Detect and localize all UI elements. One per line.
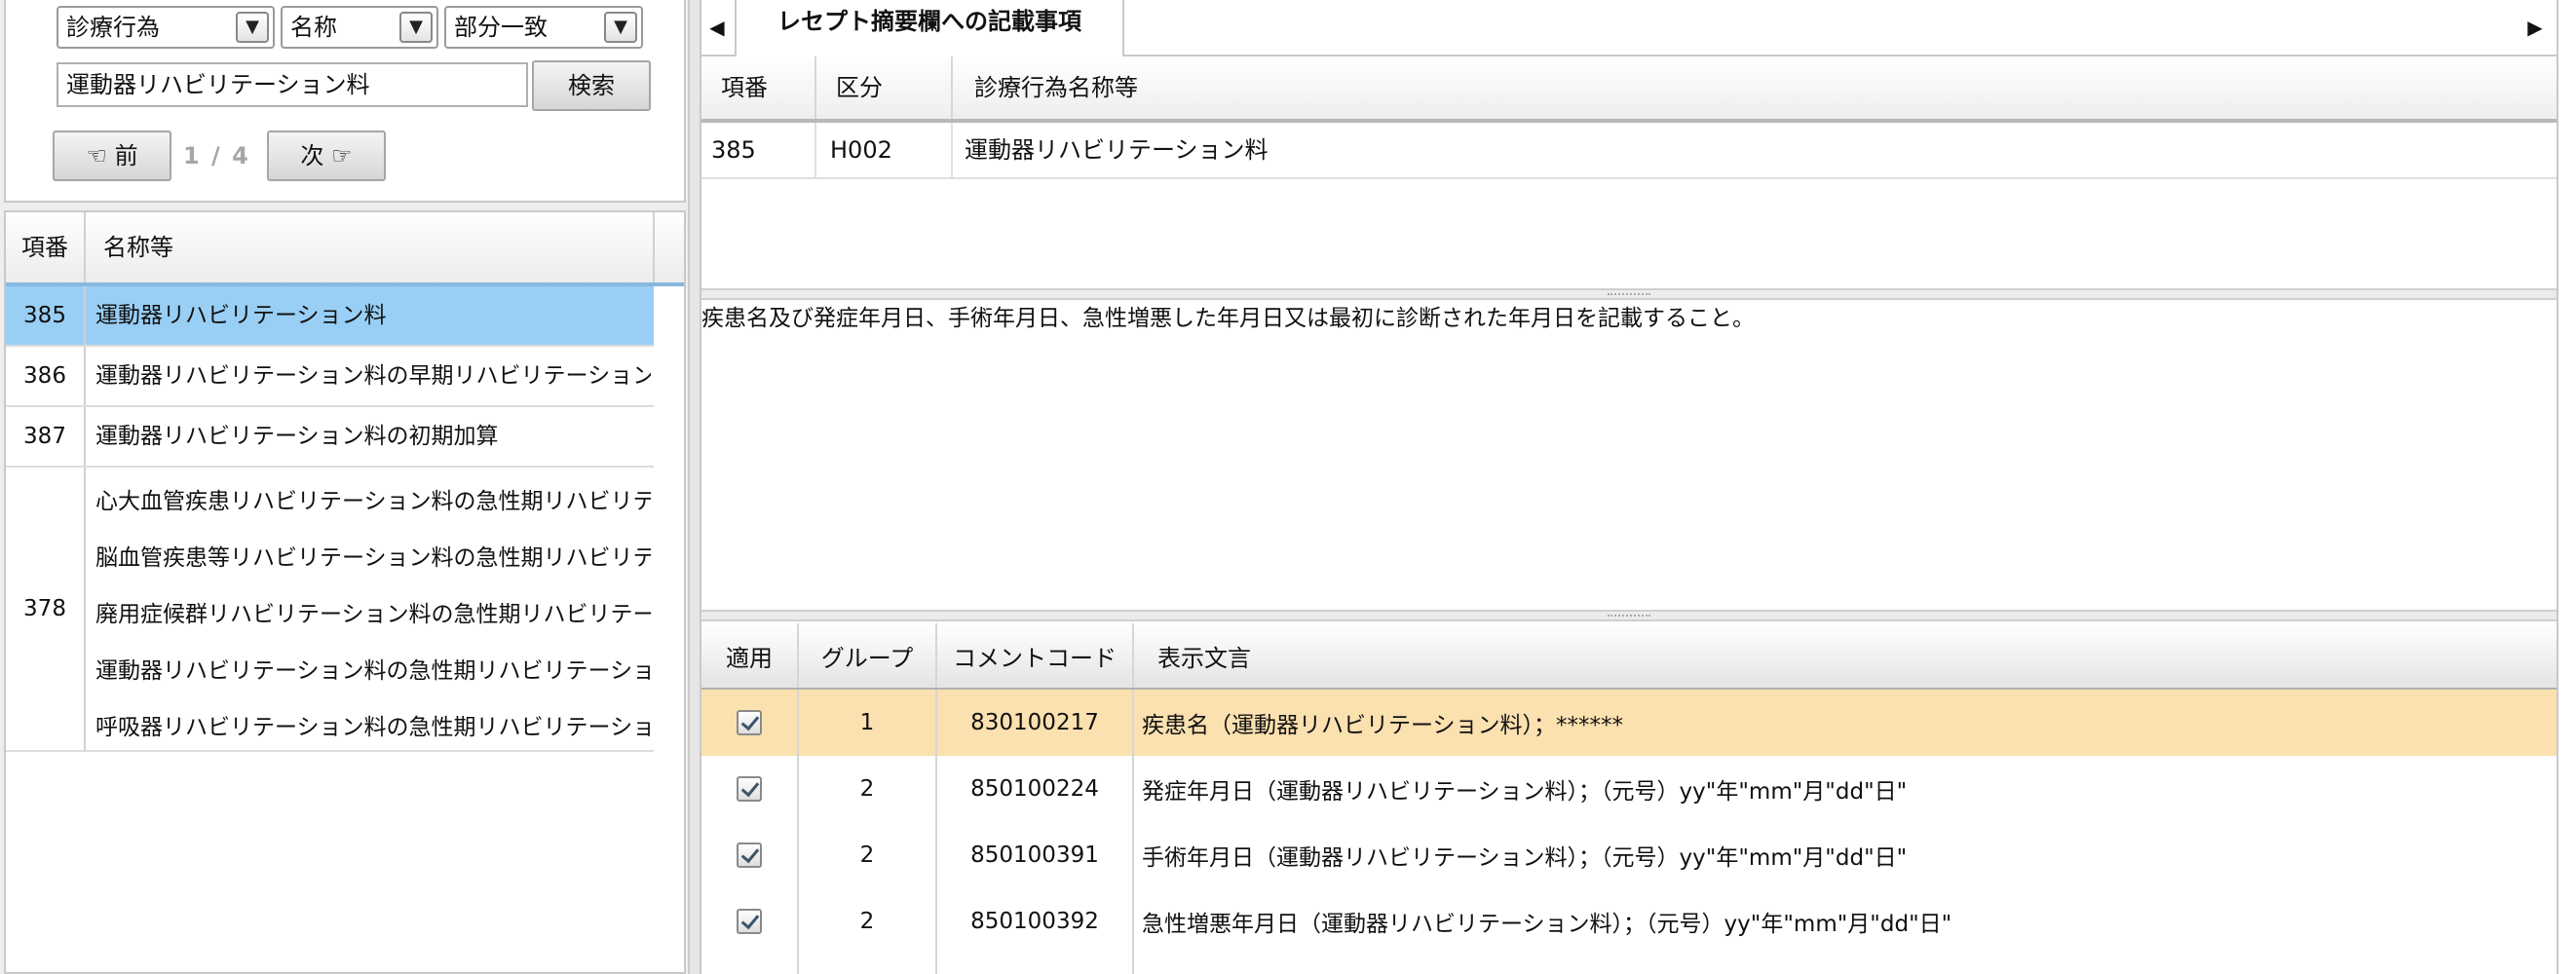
splitter-grip bbox=[1608, 293, 1650, 297]
tab-scroll-right-icon[interactable]: ▶ bbox=[2525, 10, 2545, 45]
pane-splitter[interactable] bbox=[688, 0, 701, 974]
chevron-down-icon[interactable]: ▼ bbox=[399, 12, 433, 43]
row-no: 386 bbox=[6, 347, 86, 405]
comment-table: 適用 グループ コメントコード 表示文言 1 830100217 疾患名（運動器… bbox=[701, 623, 2557, 974]
right-pane: ◀ レセプト摘要欄への記載事項 ▶ 項番 区分 診療行為名称等 385 H002… bbox=[701, 0, 2558, 974]
splitter-grip bbox=[1608, 615, 1650, 618]
apply-checkbox-cell bbox=[701, 888, 799, 955]
group-cell: 1 bbox=[799, 690, 937, 756]
group-cell bbox=[799, 955, 937, 974]
col-header-apply[interactable]: 適用 bbox=[701, 623, 799, 688]
category-select-value: 診療行為 bbox=[66, 14, 160, 41]
comment-table-header: 適用 グループ コメントコード 表示文言 bbox=[701, 623, 2557, 690]
row-name: 廃用症候群リハビリテーション料の急性期リハビリテーシ bbox=[95, 602, 651, 627]
apply-checkbox-cell bbox=[701, 756, 799, 822]
field-select[interactable]: 名称 ▼ bbox=[281, 6, 438, 49]
field-select-value: 名称 bbox=[290, 14, 337, 41]
horizontal-splitter[interactable] bbox=[701, 610, 2557, 621]
col-header-group[interactable]: グループ bbox=[799, 623, 937, 688]
results-header: 項番 名称等 bbox=[6, 212, 684, 286]
text-cell: 疾患名（運動器リハビリテーション料）；****** bbox=[1142, 713, 1624, 738]
code-cell: 830100217 bbox=[937, 690, 1134, 756]
tab-bar: ◀ レセプト摘要欄への記載事項 ▶ bbox=[701, 0, 2557, 56]
page-indicator: 1 / 4 bbox=[183, 142, 250, 169]
results-table: 項番 名称等 385 運動器リハビリテーション料 386 運動器リハビリテーショ… bbox=[4, 210, 686, 974]
row-name: 呼吸器リハビリテーション料の急性期リハビリテーション bbox=[95, 715, 651, 740]
col-header-name[interactable]: 名称等 bbox=[103, 212, 173, 282]
group-cell: 2 bbox=[799, 756, 937, 822]
item-row[interactable]: 385 H002 運動器リハビリテーション料 bbox=[701, 123, 2557, 179]
code-cell bbox=[937, 955, 1134, 974]
result-row[interactable]: 378 心大血管疾患リハビリテーション料の急性期リハビリテー 脳血管疾患等リハビ… bbox=[6, 468, 654, 752]
col-header-code[interactable]: コメントコード bbox=[937, 623, 1134, 688]
comment-row[interactable]: 2 850100224 発症年月日（運動器リハビリテーション料）；（元号）yy"… bbox=[701, 756, 2557, 822]
result-row[interactable]: 386 運動器リハビリテーション料の早期リハビリテーション加 bbox=[6, 347, 654, 407]
item-no: 385 bbox=[701, 123, 816, 177]
group-cell: 2 bbox=[799, 822, 937, 888]
col-header-kubun[interactable]: 区分 bbox=[816, 56, 953, 119]
column-divider bbox=[653, 212, 655, 282]
prev-page-button[interactable]: ☜ 前 bbox=[53, 131, 171, 181]
comment-row-selected[interactable]: 1 830100217 疾患名（運動器リハビリテーション料）；****** bbox=[701, 690, 2557, 756]
tab-scroll-left-icon[interactable]: ◀ bbox=[707, 10, 727, 45]
apply-checkbox-cell bbox=[701, 822, 799, 888]
category-select[interactable]: 診療行為 ▼ bbox=[57, 6, 275, 49]
group-cell: 2 bbox=[799, 888, 937, 955]
checkbox-checked-icon[interactable] bbox=[737, 843, 762, 868]
row-name: 心大血管疾患リハビリテーション料の急性期リハビリテー bbox=[95, 489, 651, 514]
checkbox-checked-icon[interactable] bbox=[737, 909, 762, 934]
col-header-no[interactable]: 項番 bbox=[6, 212, 86, 282]
match-select-value: 部分一致 bbox=[454, 14, 548, 41]
row-no: 387 bbox=[6, 407, 86, 466]
chevron-down-icon[interactable]: ▼ bbox=[236, 12, 269, 43]
horizontal-splitter[interactable] bbox=[701, 288, 2557, 300]
search-panel: 診療行為 ▼ 名称 ▼ 部分一致 ▼ 運動器リハビリテーション料 検索 ☜ 前 … bbox=[4, 0, 686, 203]
row-no: 385 bbox=[6, 286, 86, 345]
tab-receipt-summary[interactable]: レセプト摘要欄への記載事項 bbox=[735, 0, 1124, 56]
row-no: 378 bbox=[6, 468, 86, 750]
row-name: 運動器リハビリテーション料の早期リハビリテーション加 bbox=[95, 363, 651, 389]
chevron-down-icon[interactable]: ▼ bbox=[604, 12, 637, 43]
item-name: 運動器リハビリテーション料 bbox=[965, 136, 1269, 164]
item-table-header: 項番 区分 診療行為名称等 bbox=[701, 56, 2557, 123]
checkbox-checked-icon[interactable] bbox=[737, 776, 762, 802]
checkbox-checked-icon[interactable] bbox=[737, 710, 762, 735]
comment-row[interactable]: 2 850100391 手術年月日（運動器リハビリテーション料）；（元号）yy"… bbox=[701, 822, 2557, 888]
next-page-button[interactable]: 次 ☞ bbox=[267, 131, 386, 181]
search-button[interactable]: 検索 bbox=[532, 60, 651, 111]
left-pane: 診療行為 ▼ 名称 ▼ 部分一致 ▼ 運動器リハビリテーション料 検索 ☜ 前 … bbox=[0, 0, 688, 974]
col-header-name[interactable]: 診療行為名称等 bbox=[953, 56, 1537, 119]
result-row[interactable]: 387 運動器リハビリテーション料の初期加算 bbox=[6, 407, 654, 468]
comment-row-partial[interactable] bbox=[701, 955, 2557, 974]
item-kubun: H002 bbox=[816, 123, 953, 177]
col-header-text[interactable]: 表示文言 bbox=[1134, 623, 1913, 688]
comment-row[interactable]: 2 850100392 急性増悪年月日（運動器リハビリテーション料）；（元号）y… bbox=[701, 888, 2557, 955]
row-name: 運動器リハビリテーション料の急性期リハビリテーション bbox=[95, 658, 651, 684]
text-cell: 発症年月日（運動器リハビリテーション料）；（元号）yy"年"mm"月"dd"日" bbox=[1142, 779, 1908, 805]
match-select[interactable]: 部分一致 ▼ bbox=[444, 6, 643, 49]
apply-checkbox-cell bbox=[701, 690, 799, 756]
code-cell: 850100391 bbox=[937, 822, 1134, 888]
item-table: 項番 区分 診療行為名称等 385 H002 運動器リハビリテーション料 bbox=[701, 56, 2557, 290]
keyword-input[interactable]: 運動器リハビリテーション料 bbox=[57, 62, 528, 107]
text-cell: 手術年月日（運動器リハビリテーション料）；（元号）yy"年"mm"月"dd"日" bbox=[1142, 845, 1908, 871]
result-row-selected[interactable]: 385 運動器リハビリテーション料 bbox=[6, 286, 654, 347]
row-name: 運動器リハビリテーション料 bbox=[95, 303, 387, 328]
description-text: 疾患名及び発症年月日、手術年月日、急性増悪した年月日又は最初に診断された年月日を… bbox=[701, 306, 1755, 331]
code-cell: 850100392 bbox=[937, 888, 1134, 955]
apply-cell bbox=[701, 955, 799, 974]
code-cell: 850100224 bbox=[937, 756, 1134, 822]
col-header-no[interactable]: 項番 bbox=[701, 56, 816, 119]
text-cell: 急性増悪年月日（運動器リハビリテーション料）；（元号）yy"年"mm"月"dd"… bbox=[1142, 912, 1952, 937]
row-name: 脳血管疾患等リハビリテーション料の急性期リハビリテー bbox=[95, 545, 651, 571]
row-name: 運動器リハビリテーション料の初期加算 bbox=[95, 424, 499, 449]
